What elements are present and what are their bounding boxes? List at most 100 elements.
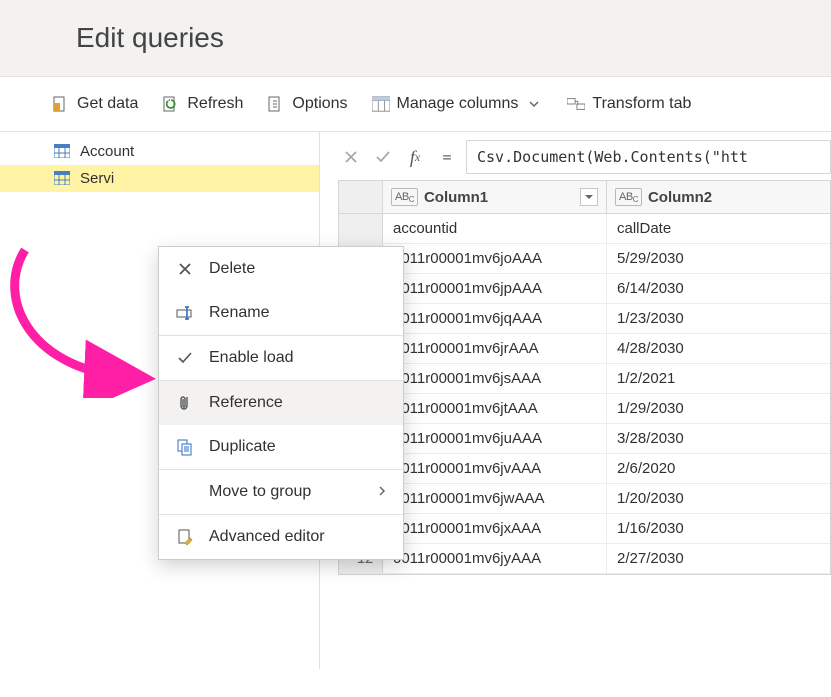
query-item-service-calls[interactable]: Servi — [0, 165, 319, 192]
options-icon — [267, 95, 285, 113]
table-row[interactable]: 0011r00001mv6jqAAA1/23/2030 — [339, 304, 830, 334]
table-row[interactable]: 0011r00001mv6jwAAA1/20/2030 — [339, 484, 830, 514]
table-row[interactable]: 0011r00001mv6jpAAA6/14/2030 — [339, 274, 830, 304]
refresh-button[interactable]: Refresh — [150, 89, 255, 119]
column-name: Column2 — [648, 189, 712, 206]
table-row[interactable]: 0011r00001mv6jvAAA2/6/2020 — [339, 454, 830, 484]
cell[interactable]: 0011r00001mv6juAAA — [383, 424, 607, 453]
chevron-right-icon — [377, 484, 387, 500]
cell[interactable]: 5/29/2030 — [607, 244, 830, 273]
table-icon — [54, 171, 70, 187]
menu-rename[interactable]: Rename — [159, 291, 403, 335]
cell[interactable]: 1/29/2030 — [607, 394, 830, 423]
table-row[interactable]: 0011r00001mv6joAAA5/29/2030 — [339, 244, 830, 274]
menu-enable-load[interactable]: Enable load — [159, 336, 403, 380]
cell[interactable]: 0011r00001mv6joAAA — [383, 244, 607, 273]
grid-body: accountidcallDate0011r00001mv6joAAA5/29/… — [339, 214, 830, 574]
transform-table-icon — [567, 95, 585, 113]
column-filter-button[interactable] — [580, 188, 598, 206]
cell[interactable]: 2/27/2030 — [607, 544, 830, 573]
page-title-text: Edit queries — [76, 22, 224, 53]
formula-cancel-button[interactable] — [338, 144, 364, 170]
query-item-account[interactable]: Account — [0, 138, 319, 165]
manage-columns-button[interactable]: Manage columns — [360, 89, 556, 119]
table-row[interactable]: 0011r00001mv6jrAAA4/28/2030 — [339, 334, 830, 364]
cell[interactable]: callDate — [607, 214, 830, 243]
menu-advanced-editor[interactable]: Advanced editor — [159, 515, 403, 559]
table-row[interactable]: accountidcallDate — [339, 214, 830, 244]
refresh-label: Refresh — [187, 95, 243, 113]
cell[interactable]: 6/14/2030 — [607, 274, 830, 303]
formula-equals: = — [434, 148, 460, 166]
advanced-editor-icon — [175, 527, 195, 547]
get-data-button[interactable]: Get data — [40, 89, 150, 119]
cell[interactable]: 0011r00001mv6jrAAA — [383, 334, 607, 363]
toolbar: Get data Refresh Options Manage columns … — [0, 77, 831, 132]
table-row[interactable]: 0011r00001mv6jsAAA1/2/2021 — [339, 364, 830, 394]
table-icon — [54, 144, 70, 160]
cell[interactable]: 0011r00001mv6jsAAA — [383, 364, 607, 393]
duplicate-icon — [175, 437, 195, 457]
delete-icon — [175, 259, 195, 279]
content-area: Account Servi fx = Csv.Document(Web.Cont… — [0, 132, 831, 669]
cell[interactable]: 1/16/2030 — [607, 514, 830, 543]
menu-move-to-group[interactable]: Move to group — [159, 470, 403, 514]
formula-input[interactable]: Csv.Document(Web.Contents("htt — [466, 140, 831, 174]
menu-label: Move to group — [209, 483, 363, 501]
cell[interactable]: 0011r00001mv6jyAAA — [383, 544, 607, 573]
menu-label: Rename — [209, 304, 387, 322]
menu-label: Advanced editor — [209, 528, 387, 546]
transform-table-button[interactable]: Transform tab — [555, 89, 703, 119]
menu-delete[interactable]: Delete — [159, 247, 403, 291]
column-name: Column1 — [424, 189, 488, 206]
table-row[interactable]: 120011r00001mv6jyAAA2/27/2030 — [339, 544, 830, 574]
context-menu: Delete Rename Enable load Reference Dupl… — [158, 246, 404, 560]
menu-label: Duplicate — [209, 438, 387, 456]
cell[interactable]: 4/28/2030 — [607, 334, 830, 363]
cell[interactable]: 0011r00001mv6jpAAA — [383, 274, 607, 303]
row-number — [339, 214, 383, 243]
transform-table-label: Transform tab — [592, 95, 691, 113]
cell[interactable]: 2/6/2020 — [607, 454, 830, 483]
attachment-icon — [175, 393, 195, 413]
cell[interactable]: accountid — [383, 214, 607, 243]
get-data-label: Get data — [77, 95, 138, 113]
fx-icon[interactable]: fx — [402, 144, 428, 170]
cell[interactable]: 1/2/2021 — [607, 364, 830, 393]
cell[interactable]: 0011r00001mv6jqAAA — [383, 304, 607, 333]
query-label: Account — [80, 143, 134, 160]
options-button[interactable]: Options — [255, 89, 359, 119]
type-text-icon: ABC — [391, 188, 418, 206]
column-header-2[interactable]: ABC Column2 — [607, 181, 830, 213]
table-row[interactable]: 0011r00001mv6jtAAA1/29/2030 — [339, 394, 830, 424]
type-text-icon: ABC — [615, 188, 642, 206]
blank-icon — [175, 482, 195, 502]
get-data-icon — [52, 95, 70, 113]
grid-header-row: ABC Column1 ABC Column2 — [339, 181, 830, 214]
formula-confirm-button[interactable] — [370, 144, 396, 170]
data-grid: ABC Column1 ABC Column2 accountidcallDat… — [338, 180, 831, 575]
check-icon — [175, 348, 195, 368]
table-row[interactable]: 0011r00001mv6juAAA3/28/2030 — [339, 424, 830, 454]
cell[interactable]: 1/20/2030 — [607, 484, 830, 513]
cell[interactable]: 0011r00001mv6jtAAA — [383, 394, 607, 423]
menu-reference[interactable]: Reference — [159, 381, 403, 425]
cell[interactable]: 0011r00001mv6jxAAA — [383, 514, 607, 543]
refresh-icon — [162, 95, 180, 113]
rownum-header[interactable] — [339, 181, 383, 213]
manage-columns-icon — [372, 95, 390, 113]
query-label: Servi — [80, 170, 114, 187]
menu-duplicate[interactable]: Duplicate — [159, 425, 403, 469]
cell[interactable]: 0011r00001mv6jvAAA — [383, 454, 607, 483]
formula-text: Csv.Document(Web.Contents("htt — [477, 148, 748, 166]
menu-label: Delete — [209, 260, 387, 278]
column-header-1[interactable]: ABC Column1 — [383, 181, 607, 213]
cell[interactable]: 1/23/2030 — [607, 304, 830, 333]
manage-columns-label: Manage columns — [397, 95, 519, 113]
cell[interactable]: 3/28/2030 — [607, 424, 830, 453]
menu-label: Enable load — [209, 349, 387, 367]
rename-icon — [175, 303, 195, 323]
cell[interactable]: 0011r00001mv6jwAAA — [383, 484, 607, 513]
table-row[interactable]: 110011r00001mv6jxAAA1/16/2030 — [339, 514, 830, 544]
menu-label: Reference — [209, 394, 387, 412]
